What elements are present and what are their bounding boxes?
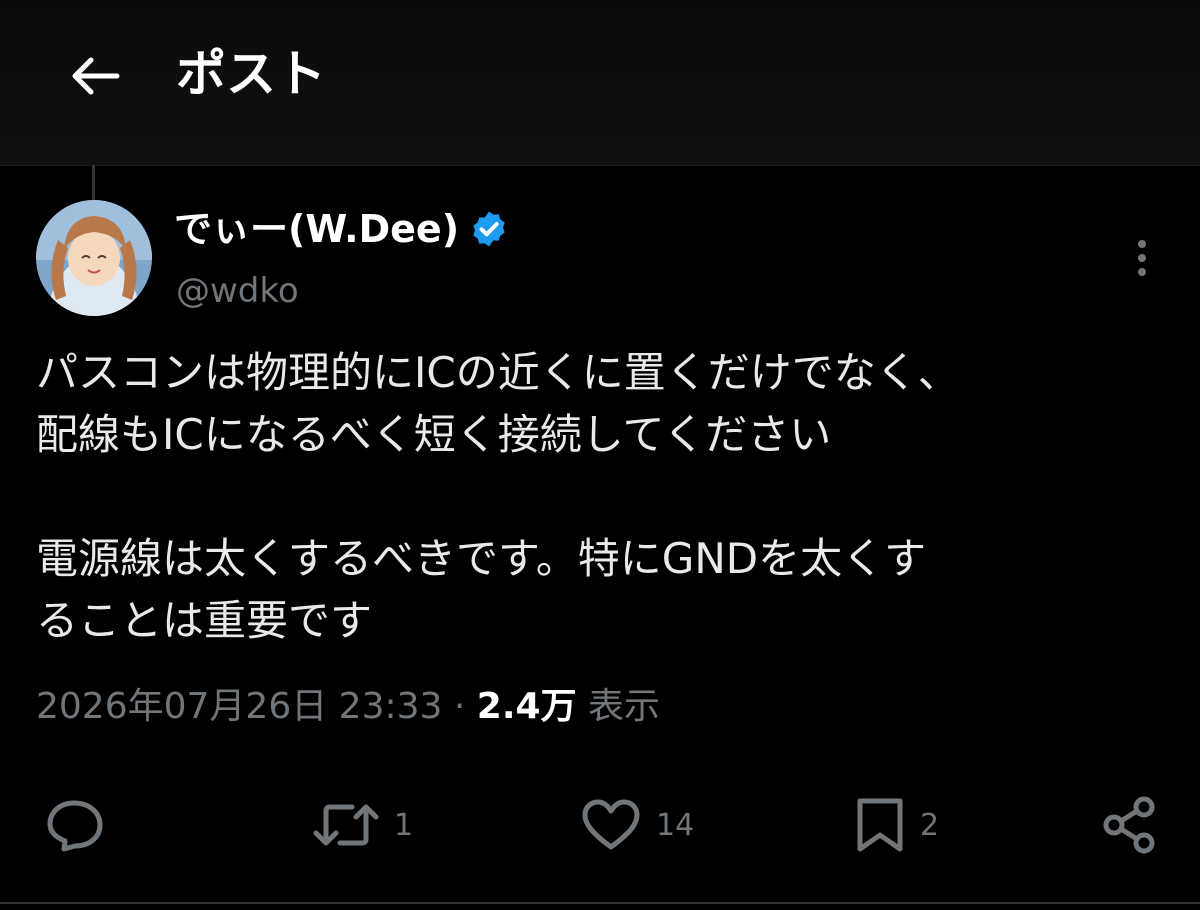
post-timestamp[interactable]: 2026年07月26日 23:33	[36, 686, 442, 727]
post-text: パスコンは物理的にICの近くに置くだけでなく、 配線もICになるべく短く接続して…	[36, 342, 1166, 652]
page-title: ポスト	[176, 45, 326, 103]
arrow-left-icon	[72, 57, 120, 95]
repost-button[interactable]: 1	[312, 780, 413, 870]
post-meta: 2026年07月26日 23:33 · 2.4万 表示	[36, 682, 660, 732]
top-bar: ポスト	[0, 0, 1200, 166]
more-options-button[interactable]	[1122, 236, 1162, 280]
author-handle[interactable]: @wdko	[176, 268, 299, 314]
heart-icon	[582, 799, 640, 850]
back-button[interactable]	[62, 44, 126, 108]
share-icon	[1103, 796, 1155, 854]
meta-separator: ·	[453, 686, 466, 727]
post-text-line: 電源線は太くするべきです。特にGNDを太くす	[36, 534, 927, 583]
views-label: 表示	[588, 686, 661, 727]
author-name-row[interactable]: でぃー(W.Dee)	[174, 204, 509, 254]
author-display-name: でぃー(W.Dee)	[174, 207, 460, 251]
thread-connector-line	[92, 165, 95, 200]
bookmark-icon	[857, 798, 903, 852]
bookmark-count: 2	[920, 807, 940, 843]
post-text-line: 配線もICになるべく短く接続してください	[36, 410, 832, 459]
reply-icon	[47, 800, 103, 852]
action-bar: 1 14 2	[0, 780, 1200, 870]
verified-badge-icon	[473, 211, 505, 247]
post-text-line: ることは重要です	[36, 596, 373, 645]
like-count: 14	[656, 807, 695, 843]
post-text-line: パスコンは物理的にICの近くに置くだけでなく、	[36, 348, 960, 397]
reply-button[interactable]	[44, 780, 106, 870]
avatar-image	[36, 200, 152, 316]
share-button[interactable]	[1100, 780, 1160, 870]
avatar[interactable]	[36, 200, 152, 316]
more-vertical-icon	[1138, 240, 1146, 276]
views-count[interactable]: 2.4万	[477, 686, 577, 727]
repost-count: 1	[394, 807, 414, 843]
repost-icon	[313, 804, 379, 846]
bookmark-button[interactable]: 2	[854, 780, 939, 870]
bottom-divider	[0, 902, 1200, 904]
like-button[interactable]: 14	[580, 780, 694, 870]
